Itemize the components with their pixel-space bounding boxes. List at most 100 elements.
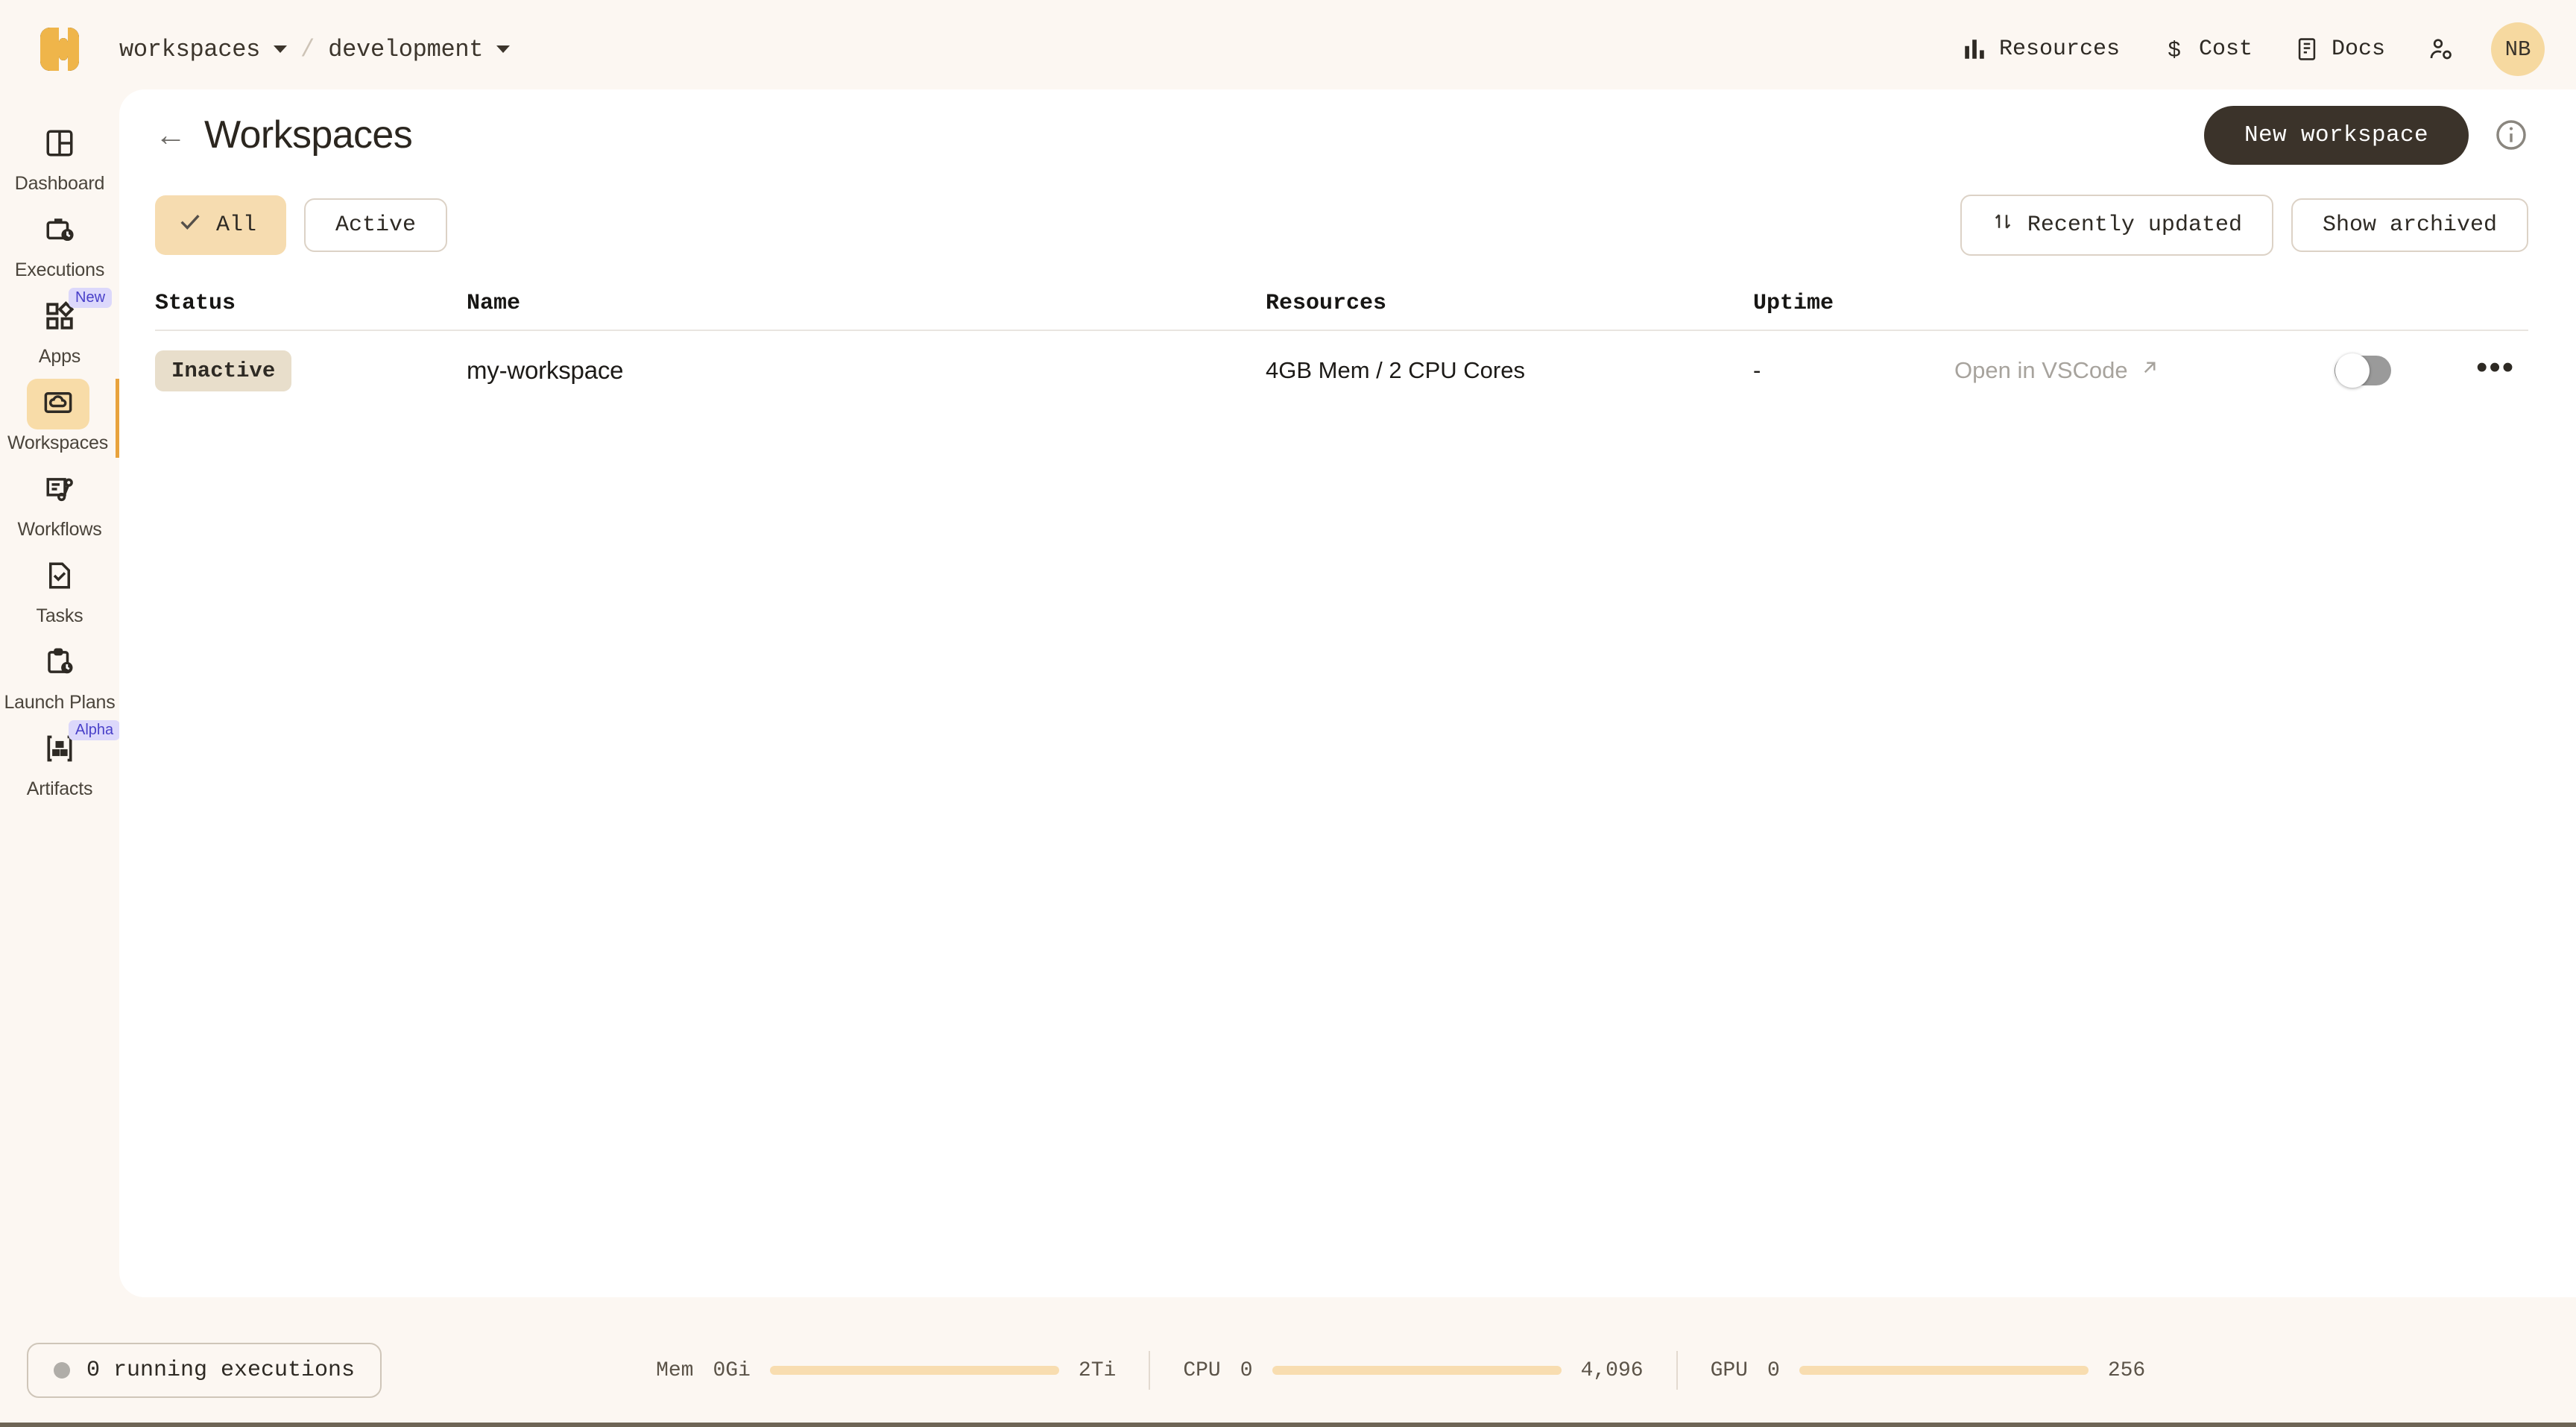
check-icon	[177, 209, 203, 242]
page-header: ← Workspaces New workspace	[119, 89, 2576, 180]
sidebar: Dashboard Executions New Apps Workspaces	[0, 98, 119, 1329]
svg-text:$: $	[2168, 37, 2181, 62]
meter-cpu-used: 0	[1240, 1359, 1253, 1382]
breadcrumb-current[interactable]: development	[328, 36, 483, 63]
external-link-icon	[2138, 356, 2161, 385]
tasks-icon	[44, 560, 75, 595]
nav-user-settings[interactable]	[2406, 36, 2475, 63]
meter-divider	[1676, 1351, 1678, 1390]
cell-status: Inactive	[155, 350, 467, 391]
cell-name[interactable]: my-workspace	[467, 356, 1266, 385]
workspaces-icon	[42, 387, 74, 422]
column-header-resources: Resources	[1266, 291, 1753, 316]
sidebar-item-launch-plans-label: Launch Plans	[4, 692, 115, 713]
cell-toggle	[2334, 356, 2476, 385]
nav-resources[interactable]: Resources	[1941, 37, 2141, 62]
nav-cost-label: Cost	[2199, 37, 2253, 62]
row-more-menu-button[interactable]: •••	[2476, 349, 2515, 385]
sort-arrows-icon	[1992, 209, 2014, 242]
filter-bar: All Active Recently updated Show archive…	[119, 180, 2576, 258]
sidebar-item-apps[interactable]: New Apps	[0, 292, 119, 371]
breadcrumb-root[interactable]: workspaces	[119, 36, 260, 63]
show-archived-label: Show archived	[2323, 212, 2497, 238]
breadcrumb-root-chevron-down-icon[interactable]	[274, 45, 287, 53]
page-header-actions: New workspace	[2204, 106, 2528, 165]
sidebar-item-tasks[interactable]: Tasks	[0, 552, 119, 631]
info-circle-icon[interactable]	[2494, 118, 2528, 152]
sidebar-item-executions-label: Executions	[15, 259, 104, 280]
meter-mem: Mem 0Gi 2Ti	[656, 1359, 1116, 1382]
bottom-rule	[0, 1423, 2576, 1427]
column-header-status: Status	[155, 291, 467, 316]
cell-more: •••	[2476, 359, 2566, 382]
resource-meters: Mem 0Gi 2Ti CPU 0 4,096 GPU 0 256	[656, 1351, 2145, 1390]
open-in-vscode-label: Open in VSCode	[1954, 357, 2128, 384]
workspace-power-toggle[interactable]	[2334, 356, 2391, 385]
meter-cpu: CPU 0 4,096	[1183, 1359, 1643, 1382]
dollar-icon: $	[2162, 37, 2187, 62]
cell-uptime: -	[1753, 357, 1954, 384]
avatar-initials: NB	[2505, 37, 2531, 62]
column-header-uptime: Uptime	[1753, 291, 1954, 316]
bottom-status-bar: 0 running executions Mem 0Gi 2Ti CPU 0 4…	[0, 1320, 2576, 1421]
avatar[interactable]: NB	[2491, 22, 2545, 76]
meter-gpu-track	[1799, 1366, 2089, 1375]
sidebar-item-workflows-label: Workflows	[17, 519, 101, 540]
meter-divider	[1149, 1351, 1150, 1390]
sidebar-item-workspaces[interactable]: Workspaces	[0, 379, 119, 458]
meter-gpu-max: 256	[2108, 1359, 2145, 1382]
meter-gpu-used: 0	[1767, 1359, 1780, 1382]
column-header-name: Name	[467, 291, 1266, 316]
main-panel: ← Workspaces New workspace All Active	[119, 89, 2576, 1297]
user-settings-icon	[2427, 36, 2454, 63]
meter-gpu-name: GPU	[1711, 1359, 1748, 1382]
executions-icon	[44, 214, 75, 249]
sidebar-item-artifacts[interactable]: Alpha Artifacts	[0, 725, 119, 804]
meter-gpu: GPU 0 256	[1711, 1359, 2146, 1382]
page-title: Workspaces	[204, 113, 412, 157]
filter-active-button[interactable]: Active	[304, 198, 447, 252]
running-executions-label: 0 running executions	[86, 1358, 355, 1383]
app-logo[interactable]	[0, 26, 119, 72]
workspaces-table: Status Name Resources Uptime Inactive my…	[119, 258, 2576, 410]
sidebar-item-executions[interactable]: Executions	[0, 206, 119, 285]
sidebar-item-workflows[interactable]: Workflows	[0, 465, 119, 544]
back-arrow-icon[interactable]: ←	[155, 119, 186, 151]
bar-chart-icon	[1962, 37, 1987, 62]
sidebar-item-workspaces-label: Workspaces	[7, 432, 108, 453]
sidebar-item-dashboard-label: Dashboard	[15, 173, 105, 194]
sidebar-item-tasks-label: Tasks	[37, 605, 83, 626]
breadcrumb-separator: /	[300, 36, 315, 63]
table-header-row: Status Name Resources Uptime	[155, 277, 2528, 331]
sidebar-item-dashboard[interactable]: Dashboard	[0, 119, 119, 198]
launch-plans-icon	[44, 646, 75, 681]
meter-mem-used: 0Gi	[713, 1359, 750, 1382]
breadcrumb: workspaces / development	[119, 36, 510, 63]
meter-cpu-max: 4,096	[1581, 1359, 1644, 1382]
nav-docs-label: Docs	[2332, 37, 2385, 62]
sort-button[interactable]: Recently updated	[1960, 195, 2273, 256]
filter-all-button[interactable]: All	[155, 195, 286, 255]
sidebar-item-launch-plans[interactable]: Launch Plans	[0, 638, 119, 717]
open-in-vscode-link[interactable]: Open in VSCode	[1954, 356, 2334, 385]
show-archived-button[interactable]: Show archived	[2291, 198, 2528, 252]
meter-cpu-name: CPU	[1183, 1359, 1220, 1382]
nav-cost[interactable]: $ Cost	[2141, 37, 2273, 62]
running-executions-chip[interactable]: 0 running executions	[27, 1343, 382, 1398]
filter-bar-right: Recently updated Show archived	[1960, 195, 2528, 256]
docs-icon	[2294, 37, 2320, 62]
dashboard-icon	[44, 127, 75, 163]
meter-cpu-track	[1272, 1366, 1562, 1375]
union-logo-icon	[40, 26, 80, 72]
sidebar-badge-alpha: Alpha	[69, 720, 120, 740]
status-badge: Inactive	[155, 350, 291, 391]
meter-mem-max: 2Ti	[1079, 1359, 1116, 1382]
status-dot-icon	[54, 1362, 70, 1379]
breadcrumb-current-chevron-down-icon[interactable]	[496, 45, 510, 53]
nav-docs[interactable]: Docs	[2273, 37, 2406, 62]
filter-active-label: Active	[335, 212, 416, 238]
table-row[interactable]: Inactive my-workspace 4GB Mem / 2 CPU Co…	[155, 331, 2528, 410]
toggle-knob	[2335, 353, 2370, 388]
new-workspace-button[interactable]: New workspace	[2204, 106, 2469, 165]
top-nav: Resources $ Cost Docs NB	[1941, 22, 2576, 76]
